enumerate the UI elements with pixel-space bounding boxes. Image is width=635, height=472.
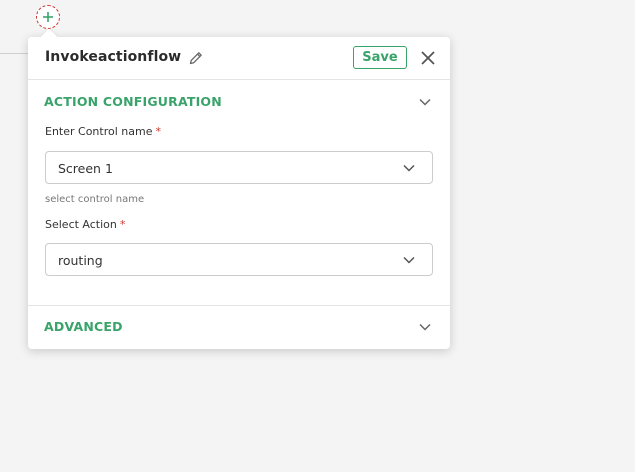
save-button[interactable]: Save <box>353 46 407 69</box>
control-name-helper: select control name <box>45 194 145 205</box>
close-icon[interactable] <box>420 50 436 66</box>
advanced-heading[interactable]: ADVANCED <box>44 319 123 334</box>
action-label-text: Select Action <box>45 218 117 231</box>
chevron-down-icon[interactable] <box>418 320 432 334</box>
required-marker: * <box>119 218 126 231</box>
plus-icon <box>43 12 53 22</box>
action-value: routing <box>58 253 103 268</box>
control-name-label-text: Enter Control name <box>45 125 153 138</box>
control-name-label: Enter Control name * <box>45 125 161 138</box>
section-divider <box>28 305 450 306</box>
action-configuration-heading[interactable]: ACTION CONFIGURATION <box>44 94 222 109</box>
required-marker: * <box>155 125 161 138</box>
action-label: Select Action * <box>45 218 125 231</box>
flow-connector-line <box>0 53 30 54</box>
action-config-panel: Invokeactionflow Save ACTION CONFIGURATI… <box>28 37 450 349</box>
action-select[interactable]: routing <box>45 243 433 276</box>
panel-header: Invokeactionflow Save <box>28 37 450 80</box>
control-name-value: Screen 1 <box>58 161 113 176</box>
control-name-select[interactable]: Screen 1 <box>45 151 433 184</box>
panel-title: Invokeactionflow <box>45 49 182 65</box>
chevron-down-icon <box>403 256 415 264</box>
chevron-down-icon <box>403 164 415 172</box>
pencil-icon[interactable] <box>188 50 204 66</box>
add-node-button[interactable] <box>36 5 60 29</box>
chevron-down-icon[interactable] <box>418 95 432 109</box>
